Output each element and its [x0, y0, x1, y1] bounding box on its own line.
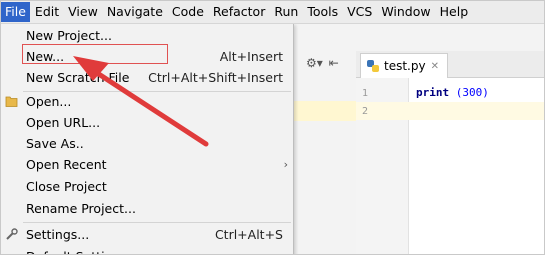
annotation-arrow: [73, 56, 209, 147]
ide-window: ⚙▾ ⇤ test.py ✕ 1 2 print (300) New Proje…: [0, 0, 545, 255]
arrow-shaft: [88, 66, 209, 147]
